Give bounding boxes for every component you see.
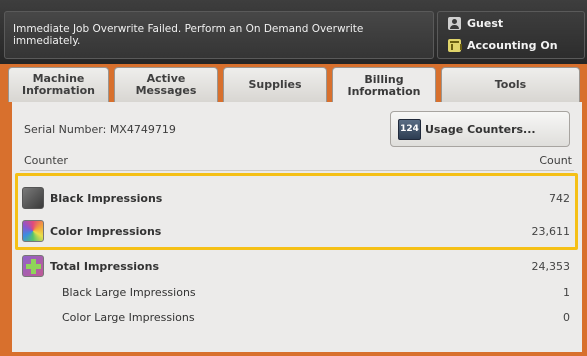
status-bar: Immediate Job Overwrite Failed. Perform … [0, 0, 587, 64]
counter-value: 1 [563, 285, 570, 299]
counter-column-header: Counter [24, 154, 68, 167]
user-row[interactable]: Guest [448, 17, 503, 30]
tab-label: Machine Information [22, 72, 95, 97]
status-message-text: Immediate Job Overwrite Failed. Perform … [13, 23, 364, 47]
counter-value: 24,353 [531, 259, 571, 273]
total-impressions-icon [22, 255, 44, 277]
tab-supplies[interactable]: Supplies [223, 67, 327, 102]
tab-label: Tools [494, 78, 527, 91]
user-panel[interactable]: Guest Accounting On [437, 11, 585, 59]
counter-label: Black Large Impressions [62, 285, 196, 299]
count-column-header: Count [539, 154, 572, 167]
tab-label: Active Messages [135, 72, 197, 97]
counter-value: 0 [563, 310, 570, 324]
serial-number: Serial Number: MX4749719 [24, 123, 176, 136]
guest-user-icon [448, 17, 461, 30]
counter-label: Color Large Impressions [62, 310, 195, 324]
usage-counters-icon: 124 [398, 118, 421, 140]
tab-label: Supplies [248, 78, 302, 91]
accounting-row[interactable]: Accounting On [448, 39, 558, 52]
tab-bar: Machine Information Active Messages Supp… [8, 67, 583, 104]
tab-label: Billing Information [347, 73, 421, 98]
header-divider [20, 170, 574, 171]
counter-label: Total Impressions [50, 259, 159, 273]
accounting-label: Accounting On [467, 39, 558, 52]
user-label: Guest [467, 17, 504, 30]
highlight-box [15, 173, 578, 250]
tab-tools[interactable]: Tools [441, 67, 580, 102]
usage-counters-button[interactable]: 124 Usage Counters... [390, 111, 570, 147]
tab-active-messages[interactable]: Active Messages [114, 67, 218, 102]
tab-machine-information[interactable]: Machine Information [8, 67, 109, 102]
status-message[interactable]: Immediate Job Overwrite Failed. Perform … [4, 11, 434, 59]
tab-billing-information[interactable]: Billing Information [332, 67, 436, 104]
counter-row-color-large-impressions: Color Large Impressions 0 [22, 302, 572, 332]
accounting-icon [448, 39, 462, 52]
usage-counters-label: Usage Counters... [425, 122, 536, 136]
